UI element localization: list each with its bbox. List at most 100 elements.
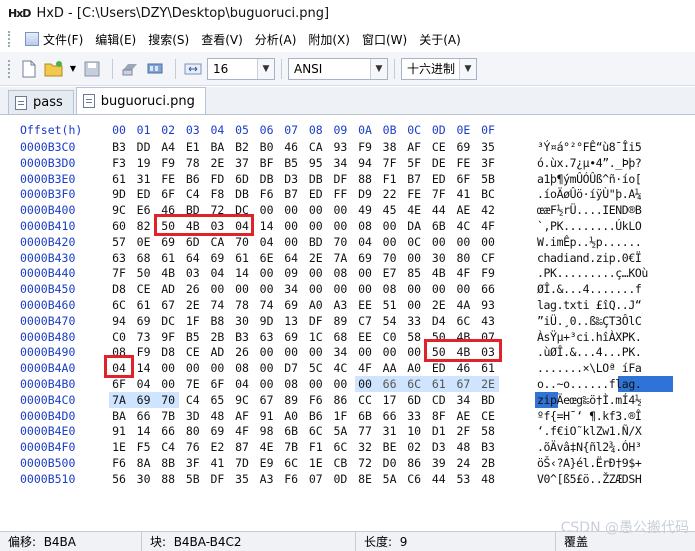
hex-row[interactable]: 0000B3F0 9D ED 6F C4 F8 DB F6 B7 ED FF D9 22 FE 7F 41 BC… [0, 186, 695, 202]
hex-byte[interactable]: 34 [329, 344, 351, 360]
hex-byte[interactable]: 69 [280, 297, 302, 313]
hex-byte[interactable]: 00 [428, 234, 450, 250]
hex-byte[interactable]: DF [206, 471, 228, 487]
hex-byte[interactable]: F9 [133, 344, 155, 360]
hex-byte[interactable]: 34 [280, 281, 302, 297]
hex-byte[interactable]: 7A [108, 392, 130, 408]
hex-byte[interactable]: 91 [256, 408, 278, 424]
hex-byte[interactable]: 2F [452, 423, 474, 439]
hex-byte[interactable]: AE [452, 408, 474, 424]
hex-byte[interactable]: 39 [428, 455, 450, 471]
hex-byte[interactable]: 3D [182, 408, 204, 424]
hex-byte[interactable]: 4F [231, 423, 253, 439]
hex-byte[interactable]: 03 [182, 265, 204, 281]
hex-byte[interactable]: 87 [231, 439, 253, 455]
hex-byte[interactable]: 1C [305, 329, 327, 345]
hex-byte[interactable]: D0 [379, 455, 401, 471]
hex-byte[interactable]: 9D [256, 313, 278, 329]
ascii-text[interactable]: .PK.........ç…KOù [537, 265, 648, 281]
hex-byte[interactable]: 93 [329, 139, 351, 155]
hex-byte[interactable]: 48 [477, 471, 499, 487]
hex-byte[interactable]: F9 [477, 265, 499, 281]
hex-byte[interactable]: 67 [452, 376, 474, 392]
hex-byte[interactable]: 00 [305, 344, 327, 360]
hex-byte[interactable]: BF [256, 155, 278, 171]
hex-byte[interactable]: 61 [157, 250, 179, 266]
hex-byte[interactable]: 35 [477, 139, 499, 155]
hex-byte[interactable]: 4B [428, 265, 450, 281]
hex-byte[interactable]: B7 [403, 171, 425, 187]
menu-file[interactable]: 文件(F) [20, 31, 90, 48]
hex-byte[interactable]: DD [133, 139, 155, 155]
hex-byte[interactable]: 78 [182, 155, 204, 171]
hex-byte[interactable]: 82 [133, 218, 155, 234]
hex-byte[interactable]: 68 [133, 250, 155, 266]
ascii-text[interactable]: o..~o......flag. [537, 376, 642, 392]
hex-byte[interactable]: E7 [379, 265, 401, 281]
hex-byte[interactable]: 49 [354, 202, 376, 218]
open-memory-button[interactable] [144, 58, 166, 80]
hex-byte[interactable]: 14 [231, 265, 253, 281]
hex-byte[interactable]: DC [157, 313, 179, 329]
hex-byte[interactable]: B5 [280, 155, 302, 171]
hex-byte[interactable]: CE [477, 408, 499, 424]
hex-byte[interactable]: 00 [354, 265, 376, 281]
hex-byte[interactable]: D9 [354, 186, 376, 202]
hex-byte[interactable]: 56 [108, 471, 130, 487]
hex-byte[interactable]: 66 [157, 423, 179, 439]
hex-byte[interactable]: 65 [206, 392, 228, 408]
hex-byte[interactable]: 8B [157, 455, 179, 471]
hex-byte[interactable]: 08 [231, 360, 253, 376]
ascii-text[interactable]: ºf{=H¯‘ ¶.kf3.®Î [537, 408, 642, 424]
hex-byte[interactable]: 5C [305, 360, 327, 376]
hex-byte[interactable]: 00 [329, 281, 351, 297]
hex-byte[interactable]: 2E [477, 376, 499, 392]
hex-byte[interactable]: 04 [206, 265, 228, 281]
hex-byte[interactable]: F6 [305, 392, 327, 408]
hex-byte[interactable]: 30 [428, 250, 450, 266]
hex-row[interactable]: 0000B430 63 68 61 64 69 61 6E 64 2E 7A 69 70 00 30 80 CF… [0, 250, 695, 266]
hex-byte[interactable]: B7 [280, 186, 302, 202]
hex-byte[interactable]: 6C [329, 439, 351, 455]
hex-byte[interactable]: 26 [182, 281, 204, 297]
hex-byte[interactable]: CA [206, 234, 228, 250]
hex-byte[interactable]: 7F [428, 186, 450, 202]
ascii-text[interactable]: .......×\LOª íFa [537, 360, 642, 376]
hex-byte[interactable]: 1E [108, 439, 130, 455]
hex-byte[interactable]: 09 [280, 265, 302, 281]
hex-byte[interactable]: 26 [231, 344, 253, 360]
menu-window[interactable]: 窗口(W) [357, 31, 414, 48]
hex-byte[interactable]: C0 [379, 329, 401, 345]
hex-byte[interactable]: 4E [256, 439, 278, 455]
hex-byte[interactable]: C4 [182, 392, 204, 408]
hex-byte[interactable]: BD [477, 392, 499, 408]
hex-row[interactable]: 0000B400 9C E6 46 BD 72 DC 00 00 00 00 49 45 4E 44 AE 42… [0, 202, 695, 218]
hex-byte[interactable]: E1 [182, 139, 204, 155]
hex-byte[interactable]: 00 [305, 281, 327, 297]
hex-byte[interactable]: F8 [206, 186, 228, 202]
hex-byte[interactable]: 7F [108, 265, 130, 281]
hex-byte[interactable]: B6 [305, 408, 327, 424]
hex-byte[interactable]: C4 [157, 439, 179, 455]
menu-search[interactable]: 搜索(S) [143, 31, 196, 48]
hex-byte[interactable]: 70 [329, 234, 351, 250]
hex-byte[interactable]: FE [403, 186, 425, 202]
hex-byte[interactable]: 6F [108, 376, 130, 392]
ascii-text[interactable]: a1þ¶ýmÛÓÛß^ñ·ío[ [537, 171, 642, 187]
hex-byte[interactable]: 00 [403, 344, 425, 360]
hex-byte[interactable]: 6F [206, 376, 228, 392]
hex-byte[interactable]: 2E [305, 250, 327, 266]
hex-byte[interactable]: 00 [206, 281, 228, 297]
hex-byte[interactable]: B6 [182, 171, 204, 187]
hex-byte[interactable]: 6E [256, 250, 278, 266]
hex-byte[interactable]: AA [379, 360, 401, 376]
hex-byte[interactable]: 4E [403, 202, 425, 218]
hex-byte[interactable]: 64 [280, 250, 302, 266]
hex-byte[interactable]: CC [354, 392, 376, 408]
hex-byte[interactable]: 72 [354, 455, 376, 471]
hex-byte[interactable]: 5B [477, 171, 499, 187]
hex-byte[interactable]: 4A [452, 297, 474, 313]
hex-byte[interactable]: C6 [403, 471, 425, 487]
hex-byte[interactable]: 30 [133, 471, 155, 487]
hex-byte[interactable]: 00 [206, 360, 228, 376]
